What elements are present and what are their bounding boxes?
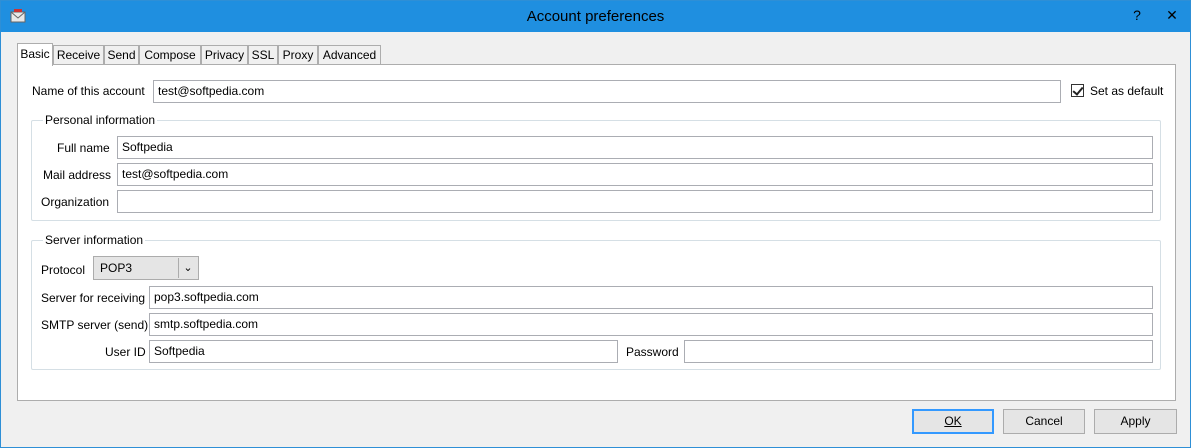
tab-ssl[interactable]: SSL [248, 45, 278, 65]
protocol-select[interactable]: POP3 ⌄ [93, 256, 199, 280]
tab-privacy[interactable]: Privacy [201, 45, 248, 65]
protocol-select-value: POP3 [100, 261, 133, 275]
user-id-label: User ID [105, 345, 146, 359]
cancel-button[interactable]: Cancel [1003, 409, 1085, 434]
server-information-title: Server information [43, 233, 146, 247]
close-button[interactable]: ✕ [1154, 1, 1190, 31]
window-title: Account preferences [526, 8, 665, 25]
account-preferences-window: Account preferences ? ✕ Basic Receive Se… [0, 0, 1191, 448]
account-name-label: Name of this account [32, 84, 145, 98]
tab-send[interactable]: Send [104, 45, 139, 65]
protocol-label: Protocol [41, 263, 86, 277]
basic-tab-panel: Name of this account test@softpedia.com … [17, 64, 1176, 401]
smtp-server-field[interactable]: smtp.softpedia.com [149, 313, 1153, 336]
cancel-button-label: Cancel [1025, 414, 1063, 428]
tab-advanced[interactable]: Advanced [318, 45, 381, 65]
full-name-label: Full name [57, 141, 110, 155]
mail-address-field[interactable]: test@softpedia.com [117, 163, 1153, 186]
organization-field[interactable] [117, 190, 1153, 213]
smtp-server-label: SMTP server (send) [41, 318, 149, 332]
tab-receive[interactable]: Receive [53, 45, 104, 65]
chevron-down-icon[interactable]: ⌄ [178, 258, 197, 278]
organization-label: Organization [41, 195, 110, 209]
title-bar[interactable]: Account preferences ? ✕ [1, 1, 1190, 32]
personal-information-group: Personal information Full name Softpedia… [31, 113, 1161, 221]
apply-button-label: Apply [1120, 414, 1151, 428]
server-receiving-label: Server for receiving [41, 291, 146, 305]
account-name-field[interactable]: test@softpedia.com [153, 80, 1061, 103]
tab-compose[interactable]: Compose [139, 45, 201, 65]
mail-address-label: Mail address [43, 168, 112, 182]
user-id-field[interactable]: Softpedia [149, 340, 618, 363]
tab-basic[interactable]: Basic [17, 43, 53, 66]
set-as-default-label: Set as default [1090, 84, 1164, 98]
apply-button[interactable]: Apply [1094, 409, 1177, 434]
help-button[interactable]: ? [1120, 1, 1154, 31]
tab-proxy[interactable]: Proxy [278, 45, 318, 65]
set-as-default-checkbox[interactable] [1071, 84, 1084, 97]
server-receiving-field[interactable]: pop3.softpedia.com [149, 286, 1153, 309]
password-label: Password [626, 345, 679, 359]
ok-button-label: OK [944, 414, 962, 428]
server-information-group: Server information Protocol POP3 ⌄ Serve… [31, 233, 1161, 370]
personal-information-title: Personal information [43, 113, 158, 127]
ok-button[interactable]: OK [912, 409, 994, 434]
full-name-field[interactable]: Softpedia [117, 136, 1153, 159]
password-field[interactable] [684, 340, 1153, 363]
